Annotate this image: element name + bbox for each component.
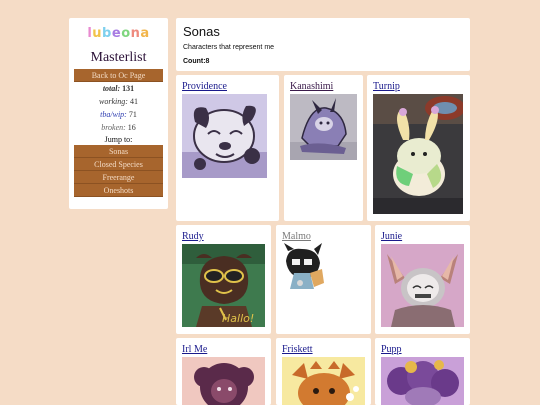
character-name-link[interactable]: Irl Me: [182, 344, 207, 355]
stat-label: working:: [99, 97, 128, 106]
section-header: Sonas Characters that represent me Count…: [176, 18, 470, 71]
character-image[interactable]: Hallo!: [182, 244, 265, 327]
character-image[interactable]: [290, 94, 357, 160]
character-count: Count:8: [183, 58, 210, 65]
character-name-link[interactable]: Pupp: [381, 344, 402, 355]
character-card[interactable]: Kanashimi: [284, 75, 363, 221]
logo-letter: o: [121, 26, 131, 41]
site-logo[interactable]: lubeona: [69, 26, 168, 42]
sidebar-title: Masterlist: [90, 50, 147, 65]
stat-value: 131: [122, 84, 135, 93]
character-image[interactable]: [182, 94, 267, 178]
stat-value: 71: [128, 110, 137, 119]
character-card[interactable]: Rudy Hallo!: [176, 225, 271, 334]
back-to-oc-page-button[interactable]: Back to Oc Page: [74, 69, 163, 82]
jump-to-label: Jump to:: [104, 135, 133, 144]
section-description: Characters that represent me: [183, 44, 275, 51]
character-name-link[interactable]: Junie: [381, 231, 402, 242]
character-image[interactable]: [381, 357, 464, 405]
jump-freerange-button[interactable]: Freerange: [74, 171, 163, 184]
section-title: Sonas: [183, 24, 220, 39]
stat-label: broken:: [101, 123, 126, 132]
stat-working: working: 41: [69, 95, 168, 108]
character-card[interactable]: Turnip: [367, 75, 470, 221]
character-image[interactable]: [282, 357, 365, 405]
stat-label: total:: [102, 84, 121, 93]
character-card[interactable]: Providence: [176, 75, 279, 221]
logo-letter: e: [111, 26, 122, 41]
stat-broken: broken: 16: [69, 121, 168, 134]
jump-oneshots-button[interactable]: Oneshots: [74, 184, 163, 197]
stat-value: 41: [129, 97, 138, 106]
character-image[interactable]: [381, 244, 464, 327]
rudy-caption: Hallo!: [222, 312, 254, 325]
jump-closed-species-button[interactable]: Closed Species: [74, 158, 163, 171]
logo-letter: u: [92, 26, 103, 41]
logo-letter: a: [140, 26, 150, 41]
character-image[interactable]: [182, 357, 265, 405]
stat-label: tba/wip:: [100, 110, 127, 119]
logo-letter: n: [130, 26, 141, 41]
character-name-link[interactable]: Turnip: [373, 81, 400, 92]
character-image[interactable]: [280, 243, 326, 291]
stat-tba-wip: tba/wip: 71: [69, 108, 168, 121]
jump-sonas-button[interactable]: Sonas: [74, 145, 163, 158]
logo-letter: b: [102, 26, 112, 41]
stat-total: total: 131: [69, 82, 168, 95]
character-name-link[interactable]: Kanashimi: [290, 81, 333, 92]
character-card[interactable]: Malmo: [276, 225, 371, 334]
character-name-link[interactable]: Malmo: [282, 231, 311, 242]
character-name-link[interactable]: Providence: [182, 81, 227, 92]
character-name-link[interactable]: Friskett: [282, 344, 313, 355]
character-card[interactable]: Pupp: [375, 338, 470, 405]
character-card[interactable]: Friskett: [276, 338, 371, 405]
sidebar: lubeona Masterlist Back to Oc Page total…: [69, 18, 168, 209]
stat-value: 16: [127, 123, 136, 132]
character-name-link[interactable]: Rudy: [182, 231, 204, 242]
character-card[interactable]: Junie: [375, 225, 470, 334]
character-card[interactable]: Irl Me: [176, 338, 271, 405]
character-image[interactable]: [373, 94, 463, 214]
